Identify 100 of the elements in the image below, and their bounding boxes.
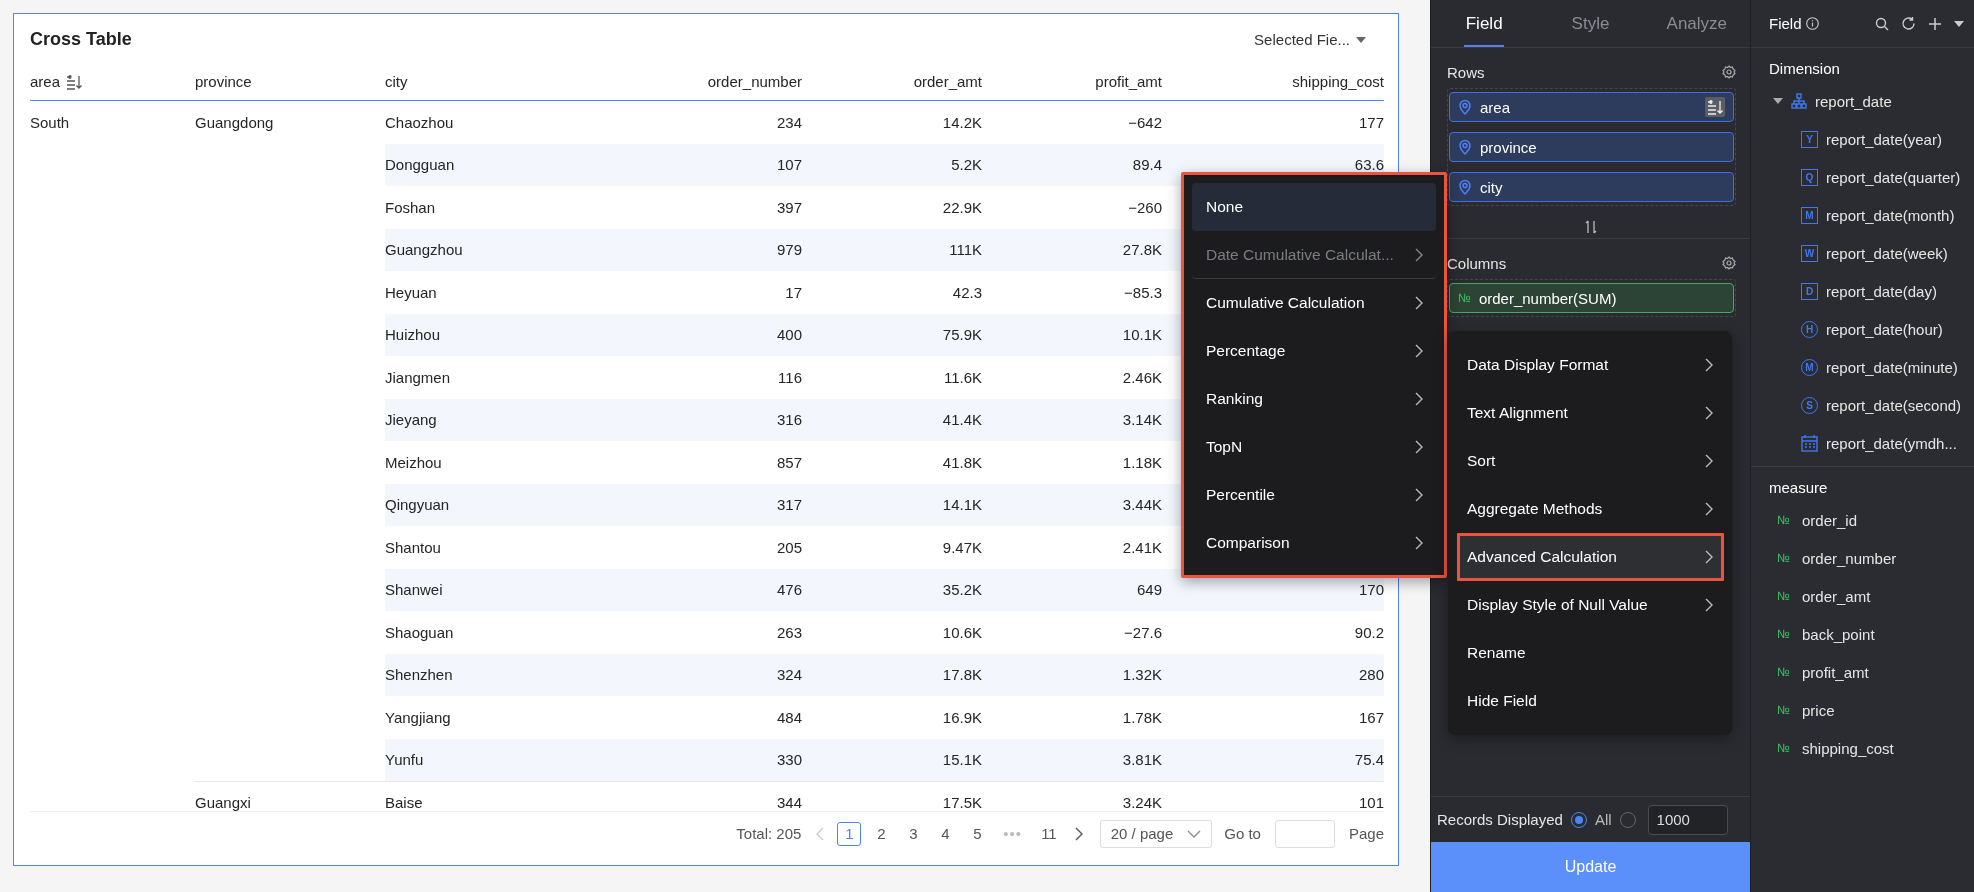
page-input[interactable] bbox=[1274, 819, 1335, 848]
chevron-right-icon bbox=[1414, 392, 1424, 406]
column-header[interactable]: shipping_cost bbox=[1292, 73, 1384, 90]
table-cell: 35.2K bbox=[942, 581, 982, 599]
location-pin-icon bbox=[1458, 179, 1472, 195]
menu-item[interactable]: Comparison bbox=[1192, 519, 1436, 567]
field-item[interactable]: report_date(hour) bbox=[1826, 320, 1943, 338]
chevron-right-icon bbox=[1704, 502, 1714, 516]
table-cell: 167 bbox=[1358, 708, 1384, 726]
table-cell: Qingyuan bbox=[385, 496, 450, 514]
column-header[interactable]: profit_amt bbox=[1095, 73, 1162, 90]
table-cell: Guangxi bbox=[195, 794, 251, 811]
column-header[interactable]: order_number bbox=[707, 73, 802, 90]
swap-icon[interactable] bbox=[1584, 220, 1597, 234]
field-item[interactable]: profit_amt bbox=[1802, 663, 1869, 681]
field-item[interactable]: report_date(day) bbox=[1826, 282, 1937, 300]
field-item[interactable]: report_date(minute) bbox=[1826, 358, 1958, 376]
menu-item[interactable]: Sort bbox=[1457, 437, 1724, 485]
column-header[interactable]: city bbox=[385, 73, 408, 90]
table-cell: 75.4 bbox=[1354, 751, 1384, 769]
chevron-right-icon bbox=[1704, 358, 1714, 372]
field-item[interactable]: report_date(second) bbox=[1826, 396, 1962, 414]
table-cell: Guangdong bbox=[195, 113, 274, 131]
table-cell: 17.5K bbox=[942, 794, 982, 811]
field-item[interactable]: price bbox=[1802, 701, 1835, 719]
field-item[interactable]: report_date(quarter) bbox=[1826, 168, 1961, 186]
field-item[interactable]: back_point bbox=[1802, 625, 1875, 643]
menu-item[interactable]: Display Style of Null Value bbox=[1457, 581, 1724, 629]
search-icon[interactable] bbox=[1875, 16, 1889, 31]
column-header[interactable]: province bbox=[195, 73, 252, 90]
page-button[interactable]: 5 bbox=[965, 821, 990, 846]
settings-icon[interactable] bbox=[1722, 65, 1736, 79]
field-item[interactable]: report_date bbox=[1815, 92, 1892, 110]
refresh-icon[interactable] bbox=[1901, 16, 1916, 31]
hierarchy-icon bbox=[1791, 93, 1807, 109]
menu-item[interactable]: None bbox=[1192, 183, 1436, 231]
calendar-icon: Y bbox=[1801, 130, 1818, 148]
section-title: Rows bbox=[1447, 63, 1485, 81]
table-cell: −27.6 bbox=[1124, 623, 1162, 641]
menu-item[interactable]: Cumulative Calculation bbox=[1192, 279, 1436, 327]
field-label: area bbox=[1480, 98, 1511, 116]
page-button[interactable]: 4 bbox=[933, 821, 958, 846]
page-size-select[interactable]: 20 / page bbox=[1099, 819, 1213, 848]
menu-item[interactable]: Hide Field bbox=[1457, 677, 1724, 725]
page-button[interactable]: 3 bbox=[901, 821, 926, 846]
panel-tab[interactable]: Field bbox=[1431, 0, 1538, 47]
field-item[interactable]: report_date(week) bbox=[1826, 244, 1948, 262]
menu-item[interactable]: Percentage bbox=[1192, 327, 1436, 375]
field-pill[interactable]: city bbox=[1449, 172, 1734, 202]
field-item[interactable]: order_amt bbox=[1802, 587, 1871, 605]
page-button[interactable]: 1 bbox=[837, 821, 862, 846]
table-cell: 89.4 bbox=[1132, 156, 1162, 174]
table-cell: 484 bbox=[776, 708, 802, 726]
table-cell: 42.3 bbox=[952, 283, 982, 301]
field-pill[interactable]: province bbox=[1449, 132, 1734, 162]
column-header[interactable]: order_amt bbox=[913, 73, 982, 90]
column-header[interactable]: area bbox=[30, 73, 83, 90]
table-cell: 14.2K bbox=[942, 113, 982, 131]
location-pin-icon bbox=[1458, 139, 1472, 155]
menu-item[interactable]: Percentile bbox=[1192, 471, 1436, 519]
table-cell: 400 bbox=[776, 326, 802, 344]
field-pill[interactable]: area bbox=[1449, 92, 1734, 122]
page-label: Page bbox=[1348, 825, 1384, 842]
panel-tab[interactable]: Style bbox=[1537, 0, 1644, 47]
field-item[interactable]: order_id bbox=[1802, 511, 1858, 529]
panel-tab[interactable]: Analyze bbox=[1643, 0, 1750, 47]
table-cell: 2.41K bbox=[1122, 538, 1162, 556]
field-item[interactable]: order_number bbox=[1802, 549, 1897, 567]
info-icon bbox=[1805, 17, 1819, 30]
page-button[interactable]: 11 bbox=[1036, 821, 1062, 846]
menu-item[interactable]: Aggregate Methods bbox=[1457, 485, 1724, 533]
field-item[interactable]: report_date(month) bbox=[1826, 206, 1955, 224]
field-item[interactable]: shipping_cost bbox=[1802, 739, 1894, 757]
measure-icon: № bbox=[1777, 703, 1794, 717]
table-cell: 107 bbox=[776, 156, 802, 174]
settings-icon[interactable] bbox=[1722, 256, 1736, 270]
card-title: Cross Table bbox=[30, 29, 132, 50]
field-label: order_number(SUM) bbox=[1478, 289, 1617, 307]
menu-item[interactable]: Text Alignment bbox=[1457, 389, 1724, 437]
limit-input[interactable]: 1000 bbox=[1647, 804, 1728, 835]
field-item[interactable]: report_date(year) bbox=[1826, 130, 1942, 148]
field-pill[interactable]: № order_number(SUM) bbox=[1449, 283, 1734, 313]
menu-item[interactable]: Advanced Calculation bbox=[1457, 533, 1724, 581]
page-button[interactable]: 2 bbox=[869, 821, 894, 846]
menu-item[interactable]: Rename bbox=[1457, 629, 1724, 677]
table-cell: 316 bbox=[776, 411, 802, 429]
panel-title: Field bbox=[1769, 15, 1802, 32]
table-cell: Meizhou bbox=[385, 453, 442, 471]
table-cell: 116 bbox=[778, 368, 802, 386]
menu-item[interactable]: TopN bbox=[1192, 423, 1436, 471]
menu-item[interactable]: Data Display Format bbox=[1457, 341, 1724, 389]
calendar-icon: M bbox=[1801, 206, 1818, 224]
field-selector[interactable]: Selected Fie... bbox=[1254, 31, 1384, 48]
table-cell: 649 bbox=[1136, 581, 1162, 599]
calendar-icon: Q bbox=[1801, 168, 1818, 186]
add-icon[interactable] bbox=[1928, 16, 1942, 31]
field-item[interactable]: report_date(ymdh... bbox=[1826, 434, 1957, 452]
menu-item[interactable]: Ranking bbox=[1192, 375, 1436, 423]
group-title: Dimension bbox=[1769, 59, 1840, 77]
table-cell: 324 bbox=[776, 666, 802, 684]
